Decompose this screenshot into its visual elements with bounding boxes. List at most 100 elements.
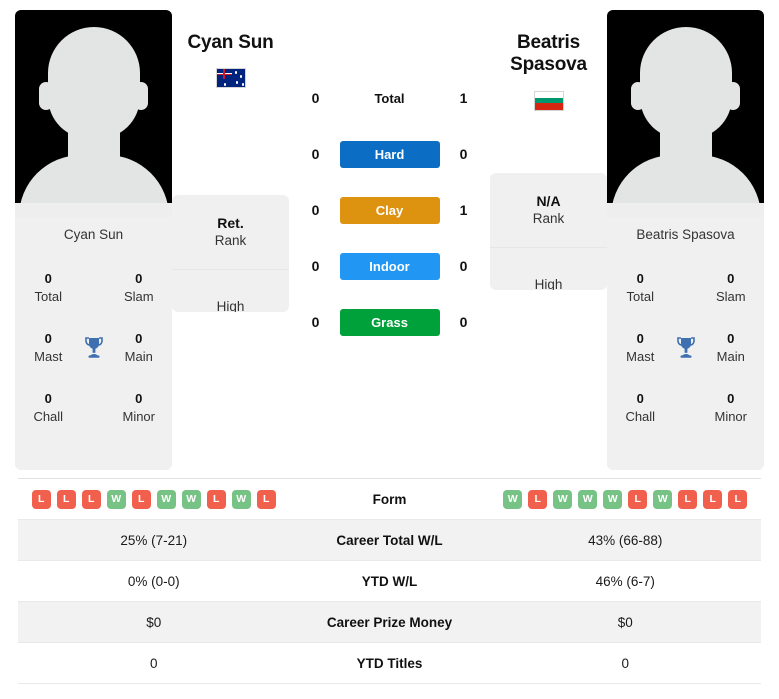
surface-left-count: 0 [311, 90, 320, 106]
right-titles-total: 0 Total [615, 270, 666, 305]
right-info-rank-label: Rank [532, 211, 565, 227]
right-titles-slam-label: Slam [715, 289, 746, 304]
surface-right-count: 0 [459, 314, 468, 330]
right-stat-value: 0 [621, 655, 629, 671]
left-info-rank: Ret. Rank [172, 195, 289, 270]
left-titles-mast-value: 0 [44, 331, 52, 347]
right-titles-main-value: 0 [727, 331, 735, 347]
table-row: 25% (7-21) Career Total W/L 43% (66-88) [18, 520, 761, 561]
surface-left-count: 0 [311, 258, 320, 274]
right-player-titles-card: Beatris Spasova 0 Total 0 Slam 0 Mast 0 … [607, 217, 764, 470]
right-player-avatar [607, 10, 764, 217]
right-info-high-label: High [534, 277, 563, 290]
left-titles-mast-label: Mast [34, 349, 63, 364]
flag-cross-vertical [223, 69, 225, 80]
right-titles-minor-value: 0 [727, 391, 735, 407]
right-stat-value: 43% (66-88) [588, 532, 663, 548]
stat-label: Form [372, 491, 407, 507]
left-player-avatar [15, 10, 172, 217]
surface-badge-total: Total [374, 90, 405, 106]
form-badge-w: W [578, 489, 598, 509]
right-titles-minor-label: Minor [714, 409, 747, 424]
right-titles-slam-value: 0 [727, 271, 735, 287]
left-titles-main-label: Main [124, 349, 153, 364]
left-player-info-card: Ret. Rank High 21 Age Plays [172, 195, 289, 312]
surface-left-count: 0 [311, 202, 320, 218]
form-badge-l: L [81, 489, 101, 509]
avatar-ear-left [631, 82, 645, 110]
surface-left-count: 0 [311, 314, 320, 330]
form-badge-l: L [131, 489, 151, 509]
left-player-titles-card: Cyan Sun 0 Total 0 Slam 0 Mast 0 Main 0 … [15, 217, 172, 470]
flag-star [223, 83, 226, 86]
surface-badge-grass: Grass [339, 308, 440, 336]
bulgaria-flag-icon [533, 90, 564, 111]
left-player-name: Cyan Sun [187, 32, 274, 53]
surface-right-count: 0 [459, 258, 468, 274]
right-titles-player-name: Beatris Spasova [636, 227, 735, 242]
form-badge-l: L [256, 489, 276, 509]
right-stat-value: $0 [617, 614, 633, 630]
left-titles-chall-label: Chall [33, 409, 64, 424]
surface-breakdown: 0 Total 1 0 Hard 0 0 Clay 1 0 Indoor 0 0 Grass 0 [289, 10, 490, 350]
left-titles-minor: 0 Minor [114, 390, 165, 425]
left-info-high: High [172, 270, 289, 312]
stat-label: YTD W/L [361, 573, 418, 589]
right-titles-slam: 0 Slam [706, 270, 757, 305]
surface-left-count: 0 [311, 146, 320, 162]
right-titles-grid: 0 Total 0 Slam 0 Mast 0 Main 0 Chall 0 M… [615, 258, 756, 438]
right-info-rank-value: N/A [536, 193, 561, 210]
right-stat-value: 46% (6-7) [595, 573, 655, 589]
right-stat-value: WLWWWLWLLL [490, 489, 762, 509]
right-info-rank: N/A Rank [490, 173, 607, 248]
flag-star [235, 81, 238, 84]
right-titles-chall-value: 0 [636, 391, 644, 407]
form-badge-w: W [106, 489, 126, 509]
avatar-ear-left [39, 82, 53, 110]
form-badge-w: W [181, 489, 201, 509]
surface-row-hard: 0 Hard 0 [289, 126, 490, 182]
form-badge-l: L [206, 489, 226, 509]
left-titles-player-name: Cyan Sun [63, 227, 124, 242]
left-stat-value: 0% (0-0) [127, 573, 180, 589]
table-row: 0 YTD Titles 0 [18, 643, 761, 684]
right-titles-mast-value: 0 [636, 331, 644, 347]
left-stat-value: 25% (7-21) [120, 532, 188, 548]
left-form-list: LLLWLWWLWL [31, 489, 276, 509]
right-titles-mast-label: Mast [626, 349, 655, 364]
form-badge-l: L [31, 489, 51, 509]
trophy-icon [666, 335, 706, 361]
head-to-head-comparison: Cyan Sun 0 Total 0 Slam 0 Mast 0 Main 0 … [0, 0, 779, 470]
left-titles-slam-value: 0 [135, 271, 143, 287]
right-info-high: High [490, 248, 607, 290]
left-info-rank-label: Rank [214, 233, 247, 249]
left-stat-value: $0 [146, 614, 162, 630]
flag-star [239, 75, 242, 78]
left-info-rank-value: Ret. [217, 215, 244, 232]
left-titles-total-label: Total [34, 289, 62, 304]
surface-badge-hard: Hard [339, 140, 440, 168]
surface-right-count: 1 [459, 202, 468, 218]
table-row: 0% (0-0) YTD W/L 46% (6-7) [18, 561, 761, 602]
right-titles-total-label: Total [626, 289, 654, 304]
flag-stripe-red [534, 103, 563, 110]
left-player-column: Cyan Sun 0 Total 0 Slam 0 Mast 0 Main 0 … [15, 10, 172, 470]
right-form-list: WLWWWLWLLL [503, 489, 748, 509]
form-badge-l: L [56, 489, 76, 509]
left-stat-value: 0 [149, 655, 158, 671]
stat-label: Career Total W/L [336, 532, 443, 548]
table-row: L L L W L W W L W L Form W L W W W L W L L L [18, 479, 761, 520]
left-titles-total: 0 Total [23, 270, 74, 305]
avatar-base [15, 203, 172, 217]
trophy-icon [74, 335, 114, 361]
left-titles-chall-value: 0 [44, 391, 52, 407]
table-row: $0 Career Prize Money $0 [18, 602, 761, 643]
left-player-meta: Cyan Sun Ret. Rank High 21 Ag [172, 10, 289, 312]
stat-label: YTD Titles [356, 655, 423, 671]
avatar-base [607, 203, 764, 217]
left-info-high-label: High [216, 299, 245, 312]
right-player-info-card: N/A Rank High 22 Age Plays [490, 173, 607, 290]
surface-row-clay: 0 Clay 1 [289, 182, 490, 238]
left-titles-grid: 0 Total 0 Slam 0 Mast 0 Main 0 Chall 0 M… [23, 258, 164, 438]
player-stats-table: L L L W L W W L W L Form W L W W W L W L L L 25% (7-21) Career… [18, 478, 761, 684]
